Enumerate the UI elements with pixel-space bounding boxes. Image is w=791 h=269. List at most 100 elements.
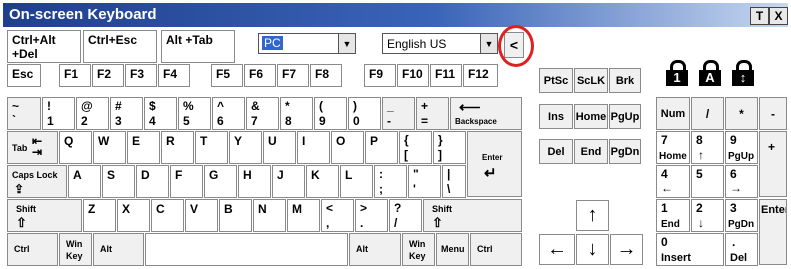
- key-slash[interactable]: ? /: [389, 199, 422, 232]
- key-numpad-8[interactable]: 8 ↑: [691, 131, 724, 164]
- key-8[interactable]: * 8: [280, 97, 313, 130]
- key-d[interactable]: D: [136, 165, 169, 198]
- key-left-shift[interactable]: Shift ⇧: [7, 199, 82, 232]
- key-q[interactable]: Q: [59, 131, 92, 164]
- key-minus[interactable]: _ -: [382, 97, 415, 130]
- key-v[interactable]: V: [185, 199, 218, 232]
- key-g[interactable]: G: [204, 165, 237, 198]
- key-scrolllock[interactable]: ScLK: [574, 68, 608, 93]
- key-esc[interactable]: Esc: [7, 64, 41, 87]
- key-7[interactable]: & 7: [246, 97, 279, 130]
- key-numpad-7[interactable]: 7 Home: [656, 131, 690, 164]
- key-numpad-1[interactable]: 1 End: [656, 199, 690, 232]
- key-f7[interactable]: F7: [277, 64, 309, 87]
- key-capslock[interactable]: Caps Lock ⇪: [7, 165, 67, 198]
- key-semicolon[interactable]: :;: [374, 165, 407, 198]
- key-left-ctrl[interactable]: Ctrl: [7, 233, 58, 266]
- close-button[interactable]: X: [769, 7, 788, 25]
- key-numpad-decimal[interactable]: . Del: [725, 233, 758, 266]
- key-n[interactable]: N: [253, 199, 286, 232]
- key-j[interactable]: J: [272, 165, 305, 198]
- key-f4[interactable]: F4: [158, 64, 190, 87]
- key-l[interactable]: L: [340, 165, 373, 198]
- key-end[interactable]: End: [574, 139, 608, 164]
- key-numpad-2[interactable]: 2 ↓: [691, 199, 724, 232]
- key-numpad-enter[interactable]: Enter: [759, 199, 787, 265]
- key-comma[interactable]: <,: [321, 199, 354, 232]
- key-numpad-5[interactable]: 5: [691, 165, 724, 198]
- key-r[interactable]: R: [161, 131, 194, 164]
- key-left-alt[interactable]: Alt: [93, 233, 144, 266]
- key-y[interactable]: Y: [229, 131, 262, 164]
- key-backspace[interactable]: ⟵ Backspace: [450, 97, 522, 130]
- key-right-alt[interactable]: Alt: [349, 233, 401, 266]
- key-arrow-right[interactable]: →: [610, 234, 643, 265]
- key-home[interactable]: Home: [574, 104, 608, 129]
- key-insert[interactable]: Ins: [539, 104, 573, 129]
- key-right-shift[interactable]: Shift ⇧: [423, 199, 522, 232]
- key-left-win[interactable]: Win Key: [59, 233, 92, 266]
- ctrl-esc-button[interactable]: Ctrl+Esc: [83, 30, 157, 63]
- key-right-ctrl[interactable]: Ctrl: [470, 233, 522, 266]
- key-quote[interactable]: " ': [408, 165, 441, 198]
- key-f3[interactable]: F3: [125, 64, 157, 87]
- key-f12[interactable]: F12: [463, 64, 498, 87]
- key-s[interactable]: S: [102, 165, 135, 198]
- key-p[interactable]: P: [365, 131, 398, 164]
- key-enter[interactable]: Enter ↵: [467, 131, 522, 197]
- key-k[interactable]: K: [306, 165, 339, 198]
- key-right-bracket[interactable]: }]: [433, 131, 466, 164]
- key-6[interactable]: ^ 6: [212, 97, 245, 130]
- key-period[interactable]: >.: [355, 199, 388, 232]
- key-break[interactable]: Brk: [609, 68, 641, 93]
- key-f9[interactable]: F9: [364, 64, 396, 87]
- key-f6[interactable]: F6: [244, 64, 276, 87]
- key-f10[interactable]: F10: [397, 64, 429, 87]
- language-select[interactable]: English US ▼: [382, 33, 498, 54]
- key-2[interactable]: @2: [76, 97, 109, 130]
- key-numlock[interactable]: Num: [656, 97, 690, 130]
- key-u[interactable]: U: [263, 131, 296, 164]
- key-equals[interactable]: + =: [416, 97, 449, 130]
- key-5[interactable]: % 5: [178, 97, 211, 130]
- key-o[interactable]: O: [331, 131, 364, 164]
- key-x[interactable]: X: [117, 199, 150, 232]
- target-select[interactable]: PC ▼: [258, 33, 356, 54]
- key-arrow-up[interactable]: ↑: [576, 200, 609, 231]
- key-f11[interactable]: F11: [430, 64, 462, 87]
- key-space[interactable]: [145, 233, 348, 266]
- key-c[interactable]: C: [151, 199, 184, 232]
- key-menu[interactable]: Menu: [436, 233, 469, 266]
- key-b[interactable]: B: [219, 199, 252, 232]
- key-numpad-multiply[interactable]: *: [725, 97, 758, 130]
- key-right-win[interactable]: Win Key: [402, 233, 435, 266]
- key-f2[interactable]: F2: [92, 64, 124, 87]
- key-numpad-subtract[interactable]: -: [759, 97, 787, 130]
- key-tab[interactable]: Tab ⇤ ⇥: [7, 131, 58, 164]
- alt-tab-button[interactable]: Alt +Tab: [161, 30, 235, 63]
- key-tilde[interactable]: ~ `: [7, 97, 41, 130]
- key-t[interactable]: T: [195, 131, 228, 164]
- chevron-down-icon[interactable]: ▼: [338, 34, 355, 53]
- key-z[interactable]: Z: [83, 199, 116, 232]
- key-numpad-0[interactable]: 0 Insert: [656, 233, 724, 266]
- key-arrow-left[interactable]: ←: [539, 234, 575, 265]
- key-f[interactable]: F: [170, 165, 203, 198]
- key-w[interactable]: W: [93, 131, 126, 164]
- key-numpad-9[interactable]: 9 PgUp: [725, 131, 758, 164]
- chevron-down-icon[interactable]: ▼: [480, 34, 497, 53]
- ctrl-alt-del-button[interactable]: Ctrl+Alt +Del: [7, 30, 81, 63]
- key-9[interactable]: (9: [314, 97, 347, 130]
- key-3[interactable]: #3: [110, 97, 143, 130]
- key-h[interactable]: H: [238, 165, 271, 198]
- topmost-button[interactable]: T: [750, 7, 769, 25]
- key-pagedown[interactable]: PgDn: [609, 139, 641, 164]
- key-numpad-4[interactable]: 4 ←: [656, 165, 690, 198]
- key-f5[interactable]: F5: [211, 64, 243, 87]
- key-f1[interactable]: F1: [59, 64, 91, 87]
- key-backslash[interactable]: | \: [442, 165, 466, 198]
- key-4[interactable]: $4: [144, 97, 177, 130]
- key-printscreen[interactable]: PtSc: [539, 68, 573, 93]
- key-pageup[interactable]: PgUp: [609, 104, 641, 129]
- key-numpad-6[interactable]: 6 →: [725, 165, 758, 198]
